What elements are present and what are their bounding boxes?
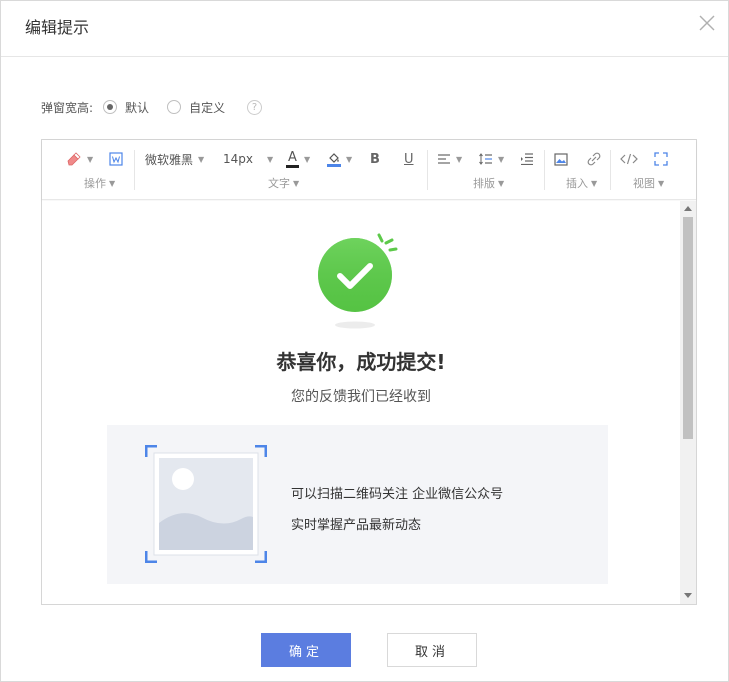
toolbar-group-view[interactable]: 视图 ▼ (633, 175, 664, 191)
chevron-down-icon: ▼ (658, 178, 665, 188)
chevron-down-icon: ▼ (267, 154, 274, 164)
toolbar-divider (610, 150, 611, 190)
toolbar-divider (544, 150, 545, 190)
toolbar-group-layout-label: 排版 (473, 177, 495, 190)
radio-custom-label: 自定义 (189, 100, 226, 115)
toolbar-group-text[interactable]: 文字 ▼ (268, 175, 299, 191)
chevron-down-icon: ▼ (456, 154, 463, 164)
qr-description-line2: 实时掌握产品最新动态 (291, 518, 422, 533)
chevron-down-icon: ▼ (591, 178, 598, 188)
insert-link-button[interactable] (586, 150, 602, 168)
line-height-icon (479, 153, 492, 165)
chevron-down-icon: ▼ (87, 154, 94, 164)
editor-content[interactable]: 恭喜你，成功提交! 您的反馈我们已经收到 可以扫描二维码关注 企业微信公众号 实… (42, 201, 680, 604)
underline-button[interactable]: U (404, 150, 414, 168)
scroll-up-arrow-icon[interactable] (684, 206, 692, 211)
chevron-down-icon: ▼ (498, 154, 505, 164)
word-doc-icon (109, 152, 123, 166)
confirm-button[interactable]: 确定 (261, 633, 351, 667)
insert-image-button[interactable] (554, 150, 568, 168)
align-button[interactable]: ▼ (437, 150, 462, 168)
eraser-icon (67, 152, 81, 166)
chevron-down-icon: ▼ (293, 178, 300, 188)
rich-text-editor: ▼ 操作 ▼ 微软雅黑 ▼ 14px ▼ A ▼ ▼ B U 文字 ▼ ▼ ▼ … (41, 139, 697, 605)
scroll-down-arrow-icon[interactable] (684, 593, 692, 598)
source-code-button[interactable] (620, 150, 638, 168)
font-family-value: 微软雅黑 (145, 152, 194, 167)
text-color-glyph: A (288, 149, 297, 165)
toolbar-divider (134, 150, 135, 190)
chevron-down-icon: ▼ (109, 178, 116, 188)
help-icon[interactable]: ? (247, 99, 263, 115)
success-subtitle: 您的反馈我们已经收到 (291, 389, 431, 405)
dialog-size-row: 弹窗宽高: 默认 自定义 ? (41, 97, 263, 117)
chevron-down-icon: ▼ (198, 154, 205, 164)
qr-description-line1: 可以扫描二维码关注 企业微信公众号 (291, 487, 504, 502)
success-check-icon (318, 233, 398, 329)
font-family-select[interactable]: 微软雅黑 ▼ (145, 150, 204, 168)
editor-toolbar: ▼ 操作 ▼ 微软雅黑 ▼ 14px ▼ A ▼ ▼ B U 文字 ▼ ▼ ▼ … (42, 140, 696, 200)
font-size-select[interactable]: 14px ▼ (223, 150, 273, 168)
toolbar-group-insert[interactable]: 插入 ▼ (566, 175, 597, 191)
chevron-down-icon: ▼ (498, 178, 505, 188)
font-size-value: 14px (223, 152, 253, 166)
toolbar-group-insert-label: 插入 (566, 177, 588, 190)
scrollbar-thumb[interactable] (683, 217, 693, 439)
toolbar-group-operate-label: 操作 (84, 177, 106, 190)
radio-custom-circle[interactable] (167, 100, 182, 114)
highlight-color-button[interactable]: ▼ (327, 150, 352, 168)
word-import-button[interactable] (109, 150, 123, 168)
radio-default-label: 默认 (125, 100, 150, 115)
fullscreen-icon (654, 152, 668, 166)
link-icon (587, 152, 601, 166)
align-left-icon (438, 154, 450, 164)
indent-button[interactable] (520, 150, 534, 168)
success-title: 恭喜你，成功提交! (276, 350, 446, 374)
toolbar-group-text-label: 文字 (268, 177, 290, 190)
dialog-size-label: 弹窗宽高: (41, 100, 94, 115)
dialog-title: 编辑提示 (25, 18, 90, 37)
chevron-down-icon: ▼ (346, 154, 353, 164)
radio-default[interactable]: 默认 (103, 99, 149, 116)
toolbar-group-layout[interactable]: 排版 ▼ (473, 175, 504, 191)
indent-icon (521, 153, 533, 165)
radio-default-circle[interactable] (103, 100, 118, 114)
toolbar-group-view-label: 视图 (633, 177, 655, 190)
cancel-button[interactable]: 取消 (387, 633, 477, 667)
eraser-button[interactable]: ▼ (66, 150, 93, 168)
text-color-icon: A (286, 151, 299, 168)
line-height-button[interactable]: ▼ (479, 150, 504, 168)
image-icon (554, 152, 568, 166)
code-icon (620, 153, 638, 165)
fullscreen-button[interactable] (654, 150, 668, 168)
radio-custom[interactable]: 自定义 (167, 99, 225, 116)
toolbar-divider (427, 150, 428, 190)
bold-button[interactable]: B (370, 150, 380, 168)
toolbar-group-operate[interactable]: 操作 ▼ (84, 175, 115, 191)
edit-tip-dialog: 编辑提示 弹窗宽高: 默认 自定义 ? ▼ 操作 ▼ 微软雅黑 ▼ 14px ▼… (0, 0, 729, 682)
text-color-button[interactable]: A ▼ (286, 150, 310, 168)
fill-color-bar (327, 163, 341, 167)
qr-code-card: 可以扫描二维码关注 企业微信公众号 实时掌握产品最新动态 (107, 425, 608, 584)
close-icon[interactable] (698, 14, 716, 32)
chevron-down-icon: ▼ (304, 154, 311, 164)
image-placeholder-icon (145, 445, 267, 563)
fill-color-icon (327, 152, 341, 167)
text-color-bar (286, 164, 299, 168)
dialog-header: 编辑提示 (1, 1, 728, 57)
editor-scrollbar[interactable] (680, 201, 696, 604)
